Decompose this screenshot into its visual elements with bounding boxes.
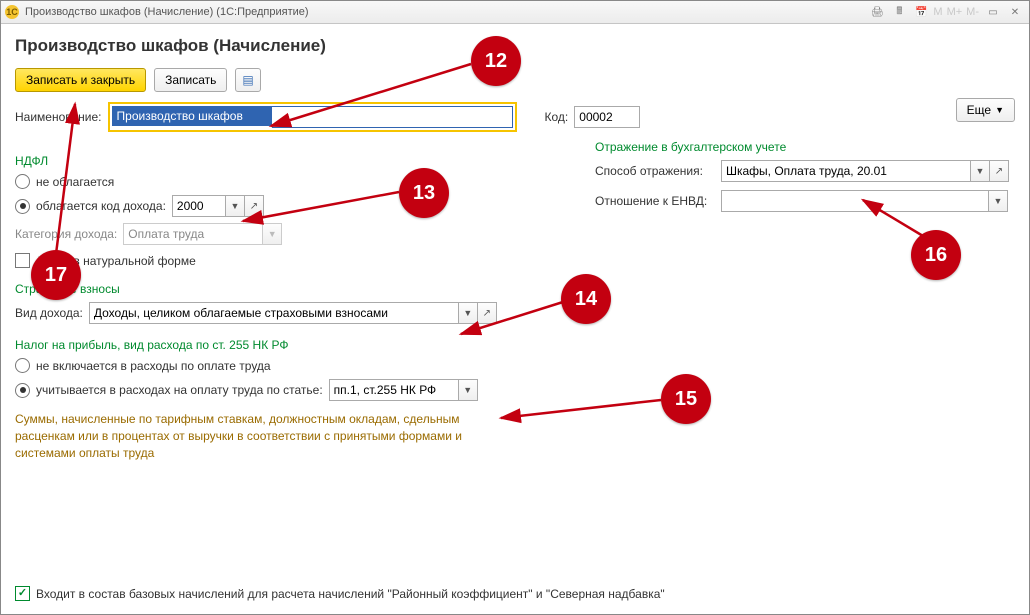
ndfl-yes-label: облагается код дохода:: [36, 199, 166, 213]
name-input-wrap: Производство шкафов: [108, 102, 517, 132]
zoom-m[interactable]: M: [931, 6, 944, 18]
name-row: Наименование: Производство шкафов Код:: [15, 102, 1015, 132]
profit-include-label: учитывается в расходах на оплату труда п…: [36, 383, 323, 397]
checkbox-icon: [15, 253, 30, 268]
report-icon-button[interactable]: ▤: [235, 68, 260, 92]
profit-article-combo[interactable]: ▼: [329, 379, 478, 401]
ndfl-natural-label: Доход в натуральной форме: [36, 254, 196, 268]
accounting-method-combo[interactable]: ▼ ↗: [721, 160, 1015, 182]
bottom-check-label: Входит в состав базовых начислений для р…: [36, 587, 665, 601]
profit-article-input[interactable]: [329, 379, 458, 401]
insurance-kind-combo[interactable]: ▼ ↗: [89, 302, 497, 324]
chevron-down-icon[interactable]: ▼: [458, 302, 478, 324]
app-1c-icon: 1С: [5, 5, 19, 19]
accounting-method-label: Способ отражения:: [595, 164, 715, 178]
more-button[interactable]: Еще ▼: [956, 98, 1015, 122]
more-label: Еще: [967, 103, 991, 117]
checkbox-checked-icon: [15, 586, 30, 601]
accounting-envd-input[interactable]: [721, 190, 988, 212]
radio-icon: [15, 358, 30, 373]
window-title: Производство шкафов (Начисление) (1С:Пре…: [25, 6, 309, 18]
insurance-kind-row: Вид дохода: ▼ ↗: [15, 302, 535, 324]
profit-exclude-label: не включается в расходы по оплате труда: [36, 359, 271, 373]
accounting-head: Отражение в бухгалтерском учете: [595, 140, 1015, 154]
zoom-mminus[interactable]: M-: [964, 6, 981, 18]
document-icon: ▤: [242, 73, 253, 87]
accounting-method-row: Способ отражения: ▼ ↗: [595, 160, 1015, 182]
calculator-icon[interactable]: 🖩: [889, 3, 909, 21]
chevron-down-icon[interactable]: ▼: [458, 379, 478, 401]
insurance-kind-label: Вид дохода:: [15, 306, 83, 320]
footnote: Суммы, начисленные по тарифным ставкам, …: [15, 411, 495, 461]
open-ref-icon[interactable]: ↗: [990, 160, 1009, 182]
ndfl-radio-no[interactable]: не облагается: [15, 174, 535, 189]
toolbar: Записать и закрыть Записать ▤: [15, 68, 1015, 92]
ndfl-category-combo[interactable]: ▼: [123, 223, 282, 245]
code-label: Код:: [545, 110, 569, 124]
chevron-down-icon[interactable]: ▼: [225, 195, 245, 217]
calendar-icon[interactable]: 📅: [911, 3, 931, 21]
open-ref-icon[interactable]: ↗: [478, 302, 497, 324]
app-window: 1С Производство шкафов (Начисление) (1С:…: [0, 0, 1030, 615]
print-icon[interactable]: 🖨: [867, 3, 887, 21]
chevron-down-icon[interactable]: ▼: [988, 190, 1008, 212]
open-ref-icon[interactable]: ↗: [245, 195, 264, 217]
insurance-head: Страховые взносы: [15, 282, 535, 296]
profit-head: Налог на прибыль, вид расхода по ст. 255…: [15, 338, 535, 352]
close-icon[interactable]: ✕: [1005, 3, 1025, 21]
ndfl-no-label: не облагается: [36, 175, 114, 189]
ndfl-code-input[interactable]: [172, 195, 225, 217]
chevron-down-icon[interactable]: ▼: [262, 223, 282, 245]
name-input-extra[interactable]: [272, 106, 513, 128]
name-input[interactable]: Производство шкафов: [112, 106, 272, 126]
profit-radio-exclude[interactable]: не включается в расходы по оплате труда: [15, 358, 535, 373]
ndfl-category-row: Категория дохода: ▼: [15, 223, 535, 245]
minimize-icon[interactable]: ▭: [983, 3, 1003, 21]
accounting-envd-combo[interactable]: ▼: [721, 190, 1015, 212]
ndfl-head: НДФЛ: [15, 154, 535, 168]
radio-checked-icon: [15, 383, 30, 398]
insurance-kind-input[interactable]: [89, 302, 458, 324]
content: Производство шкафов (Начисление) Записат…: [1, 24, 1029, 615]
ndfl-natural-check[interactable]: Доход в натуральной форме: [15, 253, 535, 268]
zoom-mplus[interactable]: M+: [945, 6, 965, 18]
save-and-close-button[interactable]: Записать и закрыть: [15, 68, 146, 92]
bottom-check-row[interactable]: Входит в состав базовых начислений для р…: [15, 586, 665, 601]
ndfl-code-combo[interactable]: ▼ ↗: [172, 195, 264, 217]
titlebar: 1С Производство шкафов (Начисление) (1С:…: [1, 1, 1029, 24]
chevron-down-icon[interactable]: ▼: [970, 160, 990, 182]
chevron-down-icon: ▼: [995, 105, 1004, 115]
radio-icon: [15, 174, 30, 189]
save-button[interactable]: Записать: [154, 68, 227, 92]
ndfl-category-label: Категория дохода:: [15, 227, 117, 241]
radio-checked-icon: [15, 199, 30, 214]
accounting-envd-label: Отношение к ЕНВД:: [595, 194, 715, 208]
code-input[interactable]: [574, 106, 640, 128]
profit-radio-include[interactable]: учитывается в расходах на оплату труда п…: [15, 379, 535, 401]
accounting-envd-row: Отношение к ЕНВД: ▼: [595, 190, 1015, 212]
ndfl-category-input[interactable]: [123, 223, 262, 245]
name-label: Наименование:: [15, 110, 102, 124]
accounting-method-input[interactable]: [721, 160, 970, 182]
ndfl-radio-yes[interactable]: облагается код дохода: ▼ ↗: [15, 195, 535, 217]
page-title: Производство шкафов (Начисление): [15, 36, 1015, 56]
